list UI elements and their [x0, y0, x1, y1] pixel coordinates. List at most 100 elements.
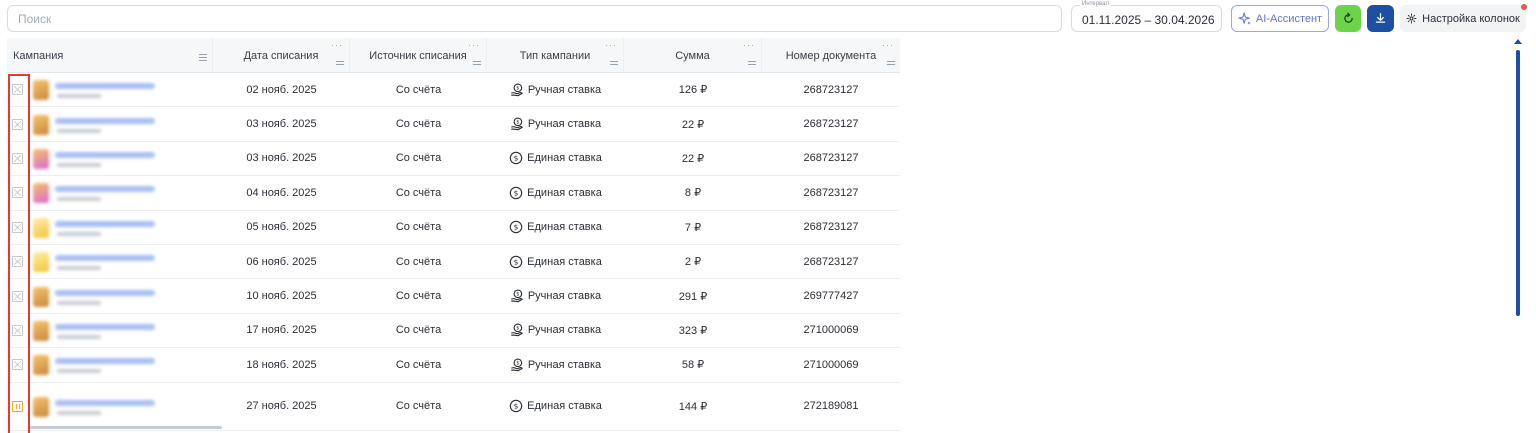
campaign-subtitle [57, 334, 101, 339]
cell-document: 268723127 [803, 186, 859, 199]
column-more-icon[interactable]: ··· [882, 41, 894, 50]
campaign-type-label: Единая ставка [527, 400, 602, 413]
campaign-type-label: Единая ставка [527, 255, 602, 268]
horizontal-scrollbar[interactable] [30, 426, 222, 429]
cell-amount: 22 ₽ [681, 152, 705, 165]
column-more-icon[interactable]: ··· [743, 41, 755, 50]
column-settings-label: Настройка колонок [1422, 12, 1520, 25]
cell-source: Со счёта [395, 290, 442, 303]
cell-source: Со счёта [395, 255, 442, 268]
stopped-status-icon[interactable] [12, 324, 23, 336]
campaign-name-link[interactable] [55, 399, 155, 406]
campaign-thumbnail [33, 183, 49, 204]
table-header: Кампания Дата списания ··· Источник спис… [7, 38, 900, 73]
column-menu-icon[interactable] [473, 59, 481, 65]
column-menu-icon[interactable] [887, 59, 895, 65]
table-row[interactable]: 27 нояб. 2025 Со счёта $ Единая ставка 144 ₽… [7, 382, 900, 431]
cell-document: 268723127 [803, 221, 859, 234]
table-row[interactable]: 18 нояб. 2025 Со счёта $ Ручная ставка 58 ₽ 2… [7, 348, 900, 383]
column-more-icon[interactable]: ··· [605, 41, 617, 50]
campaign-name-link[interactable] [55, 220, 155, 227]
cell-document: 271000069 [803, 358, 859, 371]
cell-amount: 22 ₽ [681, 118, 705, 131]
interval-picker[interactable]: Интервал 01.11.2025 – 30.04.2026 [1071, 1, 1222, 32]
stopped-status-icon[interactable] [12, 118, 23, 130]
campaign-type-label: Ручная ставка [527, 290, 602, 303]
cell-source: Со счёта [395, 83, 442, 96]
cell-document: 271000069 [803, 324, 859, 337]
ai-assistant-button[interactable]: AI-Ассистент [1231, 5, 1329, 32]
campaign-name-link[interactable] [55, 151, 155, 158]
cell-date: 03 нояб. 2025 [246, 118, 317, 131]
cell-amount: 7 ₽ [684, 221, 702, 234]
scroll-up-arrow[interactable] [1514, 39, 1522, 44]
svg-text:$: $ [514, 154, 519, 163]
svg-text:$: $ [514, 257, 519, 266]
gear-icon [1406, 13, 1417, 24]
column-more-icon[interactable]: ··· [331, 41, 343, 50]
table-row[interactable]: 04 нояб. 2025 Со счёта $ Единая ставка 8 ₽ 26… [7, 176, 900, 211]
toolbar: Интервал 01.11.2025 – 30.04.2026 AI-Асси… [0, 0, 1536, 36]
campaign-name-link[interactable] [55, 83, 155, 90]
campaign-name-link[interactable] [55, 186, 155, 193]
table-row[interactable]: 02 нояб. 2025 Со счёта $ Ручная ставка 126 ₽… [7, 73, 900, 108]
table-row[interactable]: 03 нояб. 2025 Со счёта $ Ручная ставка 22 ₽ 2… [7, 107, 900, 142]
cell-document: 272189081 [803, 400, 859, 413]
campaign-thumbnail [33, 286, 49, 307]
campaign-subtitle [57, 300, 101, 305]
header-amount[interactable]: Сумма ··· [624, 38, 762, 73]
download-icon [1375, 13, 1386, 23]
stopped-status-icon[interactable] [12, 84, 23, 96]
table-row[interactable]: 10 нояб. 2025 Со счёта $ Ручная ставка 291 ₽… [7, 279, 900, 314]
campaign-subtitle [57, 162, 101, 167]
stopped-status-icon[interactable] [12, 359, 23, 371]
campaign-type-label: Ручная ставка [527, 118, 602, 131]
campaign-type-label: Единая ставка [527, 221, 602, 234]
campaign-thumbnail [33, 396, 49, 417]
svg-text:$: $ [514, 188, 519, 197]
stopped-status-icon[interactable] [12, 256, 23, 268]
campaign-name-link[interactable] [55, 358, 155, 365]
campaign-name-link[interactable] [55, 323, 155, 330]
campaign-name-link[interactable] [55, 255, 155, 262]
stopped-status-icon[interactable] [12, 152, 23, 164]
header-source[interactable]: Источник списания ··· [350, 38, 487, 73]
table-row[interactable]: 05 нояб. 2025 Со счёта $ Единая ставка 7 ₽ 26… [7, 210, 900, 245]
cell-amount: 323 ₽ [678, 324, 708, 337]
refresh-button[interactable] [1335, 5, 1361, 32]
stopped-status-icon[interactable] [12, 221, 23, 233]
campaign-name-link[interactable] [55, 289, 155, 296]
column-more-icon[interactable]: ··· [468, 41, 480, 50]
ai-assistant-label: AI-Ассистент [1255, 12, 1323, 25]
campaign-name-link[interactable] [55, 117, 155, 124]
paused-status-icon[interactable] [12, 400, 23, 412]
sparkle-icon [1238, 11, 1251, 25]
cell-source: Со счёта [395, 118, 442, 131]
table-row[interactable]: 17 нояб. 2025 Со счёта $ Ручная ставка 323 ₽… [7, 313, 900, 349]
column-menu-icon[interactable] [336, 59, 344, 65]
cell-amount: 126 ₽ [678, 84, 708, 97]
column-menu-icon[interactable] [610, 59, 618, 65]
campaign-thumbnail [33, 148, 49, 169]
header-type[interactable]: Тип кампании ··· [487, 38, 624, 73]
cell-amount: 291 ₽ [678, 290, 708, 303]
cell-document: 268723127 [803, 118, 859, 131]
table-row[interactable]: 06 нояб. 2025 Со счёта $ Единая ставка 2 ₽ 26… [7, 244, 900, 280]
column-settings-button[interactable]: Настройка колонок [1400, 5, 1526, 32]
stopped-status-icon[interactable] [12, 187, 23, 199]
campaign-subtitle [57, 410, 101, 415]
stopped-status-icon[interactable] [12, 290, 23, 302]
download-button[interactable] [1367, 5, 1394, 32]
search-input[interactable] [7, 5, 1062, 32]
header-date[interactable]: Дата списания ··· [213, 38, 350, 73]
table-row[interactable]: 03 нояб. 2025 Со счёта $ Единая ставка 22 ₽ 2… [7, 141, 900, 177]
column-menu-icon[interactable] [748, 59, 756, 65]
campaign-subtitle [57, 128, 101, 133]
campaign-thumbnail [33, 217, 49, 238]
header-campaign[interactable]: Кампания [7, 38, 213, 73]
cell-document: 268723127 [803, 83, 859, 96]
dollar-circle-icon: $ [509, 186, 523, 200]
header-document[interactable]: Номер документа ··· [762, 38, 900, 73]
column-menu-icon[interactable] [199, 52, 207, 61]
vertical-scrollbar[interactable] [1516, 50, 1520, 316]
